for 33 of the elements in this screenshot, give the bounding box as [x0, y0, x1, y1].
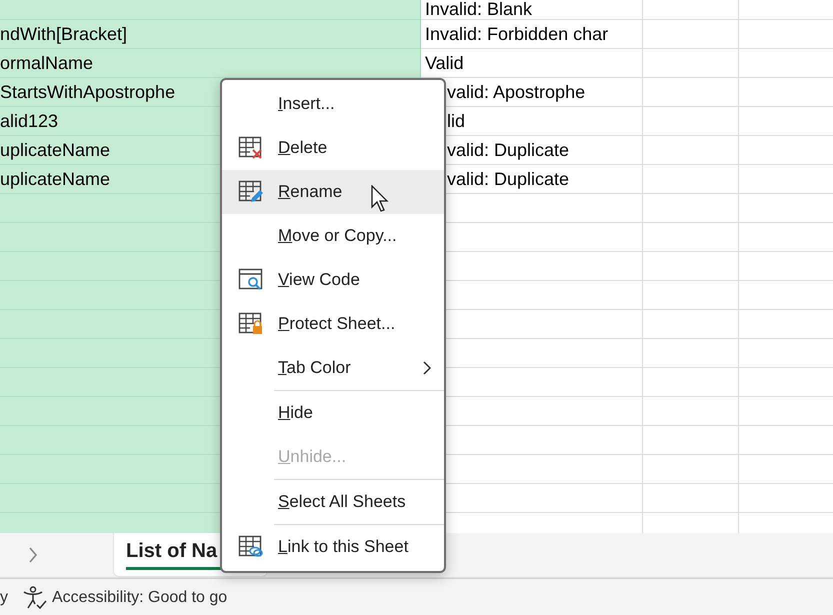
- menu-item[interactable]: Select All Sheets: [222, 480, 444, 524]
- table-link-icon: [238, 535, 264, 559]
- chevron-right-icon: [422, 361, 432, 375]
- table-cell: valid: Duplicate: [447, 140, 570, 160]
- table-cell: valid: Duplicate: [447, 169, 570, 189]
- table-cell: ormalName: [0, 53, 94, 73]
- delete-table-icon: [238, 136, 264, 160]
- table-cell: alid123: [0, 111, 58, 131]
- accessibility-status[interactable]: Accessibility: Good to go: [52, 588, 228, 606]
- menu-item[interactable]: Delete: [222, 126, 444, 170]
- menu-item[interactable]: Tab Color: [222, 346, 444, 390]
- menu-item[interactable]: Move or Copy...: [222, 214, 444, 258]
- table-cell: Invalid: Blank: [425, 0, 532, 19]
- table-cell: ndWith[Bracket]: [0, 24, 128, 44]
- table-pencil-icon: [238, 180, 264, 204]
- status-text: y: [0, 588, 8, 606]
- table-cell: Valid: [425, 53, 464, 73]
- table-cell: Invalid: Forbidden char: [425, 24, 608, 44]
- table-cell: uplicateName: [0, 140, 110, 160]
- table-cell: valid: Apostrophe: [447, 82, 586, 102]
- mouse-pointer-icon: [371, 185, 391, 213]
- table-cell: lid: [447, 111, 466, 131]
- menu-item[interactable]: Rename: [222, 170, 444, 214]
- table-lock-icon: [238, 312, 264, 336]
- accessibility-icon[interactable]: [22, 586, 48, 610]
- menu-item[interactable]: View Code: [222, 258, 444, 302]
- window-magnifier-icon: [238, 268, 264, 292]
- chevron-right-icon[interactable]: [28, 547, 38, 563]
- menu-item[interactable]: Insert...: [222, 82, 444, 126]
- table-cell: uplicateName: [0, 169, 110, 189]
- menu-item[interactable]: Protect Sheet...: [222, 302, 444, 346]
- table-cell: StartsWithApostrophe: [0, 82, 176, 102]
- menu-item[interactable]: Hide: [222, 391, 444, 435]
